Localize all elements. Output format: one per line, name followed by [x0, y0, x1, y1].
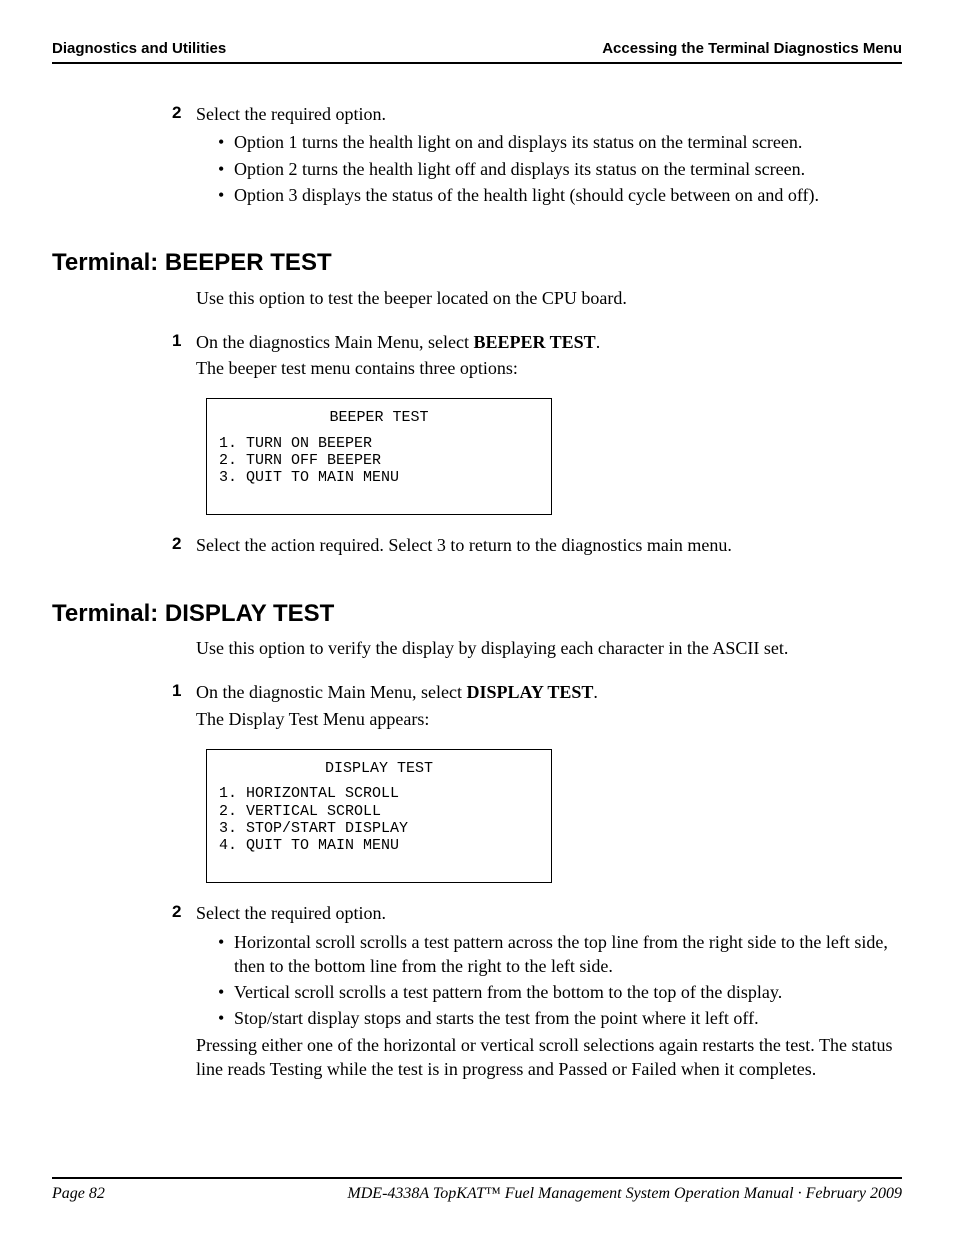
healthlight-step2: 2 Select the required option. Option 1 t…: [196, 102, 902, 207]
header-rule: [52, 62, 902, 64]
step-number: 2: [172, 102, 181, 125]
healthlight-bullets: Option 1 turns the health light on and d…: [218, 130, 902, 207]
section-heading-display: Terminal: DISPLAY TEST: [52, 598, 902, 630]
footer-right: MDE-4338A TopKAT™ Fuel Management System…: [347, 1185, 902, 1203]
step-lead: Select the required option.: [196, 102, 902, 126]
footer-left: Page 82: [52, 1185, 105, 1203]
step-text: On the diagnostic Main Menu, select DISP…: [196, 680, 902, 704]
bullet-item: Option 2 turns the health light off and …: [218, 157, 902, 181]
step-number: 2: [172, 901, 181, 924]
terminal-lines: 1. HORIZONTAL SCROLL 2. VERTICAL SCROLL …: [219, 785, 408, 854]
text-bold: BEEPER TEST: [473, 332, 595, 352]
beeper-terminal: BEEPER TEST 1. TURN ON BEEPER 2. TURN OFF…: [206, 398, 552, 515]
text-bold: DISPLAY TEST: [466, 682, 593, 702]
header-left: Diagnostics and Utilities: [52, 40, 226, 57]
section-heading-beeper: Terminal: BEEPER TEST: [52, 247, 902, 279]
text-post: .: [593, 682, 598, 702]
page-footer: Page 82 MDE-4338A TopKAT™ Fuel Managemen…: [52, 1177, 902, 1203]
bullet-item: Vertical scroll scrolls a test pattern f…: [218, 980, 902, 1004]
display-step2: 2 Select the required option. Horizontal…: [196, 901, 902, 1081]
text-pre: On the diagnostics Main Menu, select: [196, 332, 473, 352]
text-pre: On the diagnostic Main Menu, select: [196, 682, 466, 702]
step-number: 1: [172, 680, 181, 703]
display-bullets: Horizontal scroll scrolls a test pattern…: [218, 930, 902, 1031]
beeper-step1: 1 On the diagnostics Main Menu, select B…: [196, 330, 902, 381]
step-number: 1: [172, 330, 181, 353]
display-terminal: DISPLAY TEST 1. HORIZONTAL SCROLL 2. VERT…: [206, 749, 552, 883]
terminal-lines: 1. TURN ON BEEPER 2. TURN OFF BEEPER 3. …: [219, 435, 399, 487]
text-post: .: [596, 332, 601, 352]
display-intro: Use this option to verify the display by…: [196, 636, 902, 660]
beeper-step2: 2 Select the action required. Select 3 t…: [196, 533, 902, 557]
step-tail: Pressing either one of the horizontal or…: [196, 1033, 902, 1082]
terminal-title: DISPLAY TEST: [219, 760, 539, 777]
header-right: Accessing the Terminal Diagnostics Menu: [602, 40, 902, 57]
bullet-item: Option 3 displays the status of the heal…: [218, 183, 902, 207]
terminal-title: BEEPER TEST: [219, 409, 539, 426]
step-number: 2: [172, 533, 181, 556]
bullet-item: Stop/start display stops and starts the …: [218, 1006, 902, 1030]
step-lead: Select the required option.: [196, 901, 902, 925]
bullet-item: Horizontal scroll scrolls a test pattern…: [218, 930, 902, 979]
beeper-intro: Use this option to test the beeper locat…: [196, 286, 902, 310]
step-follow: The beeper test menu contains three opti…: [196, 356, 902, 380]
bullet-item: Option 1 turns the health light on and d…: [218, 130, 902, 154]
display-step1: 1 On the diagnostic Main Menu, select DI…: [196, 680, 902, 731]
page-header: Diagnostics and Utilities Accessing the …: [52, 40, 902, 62]
step-text: On the diagnostics Main Menu, select BEE…: [196, 330, 902, 354]
step-follow: The Display Test Menu appears:: [196, 707, 902, 731]
step-text: Select the action required. Select 3 to …: [196, 533, 902, 557]
